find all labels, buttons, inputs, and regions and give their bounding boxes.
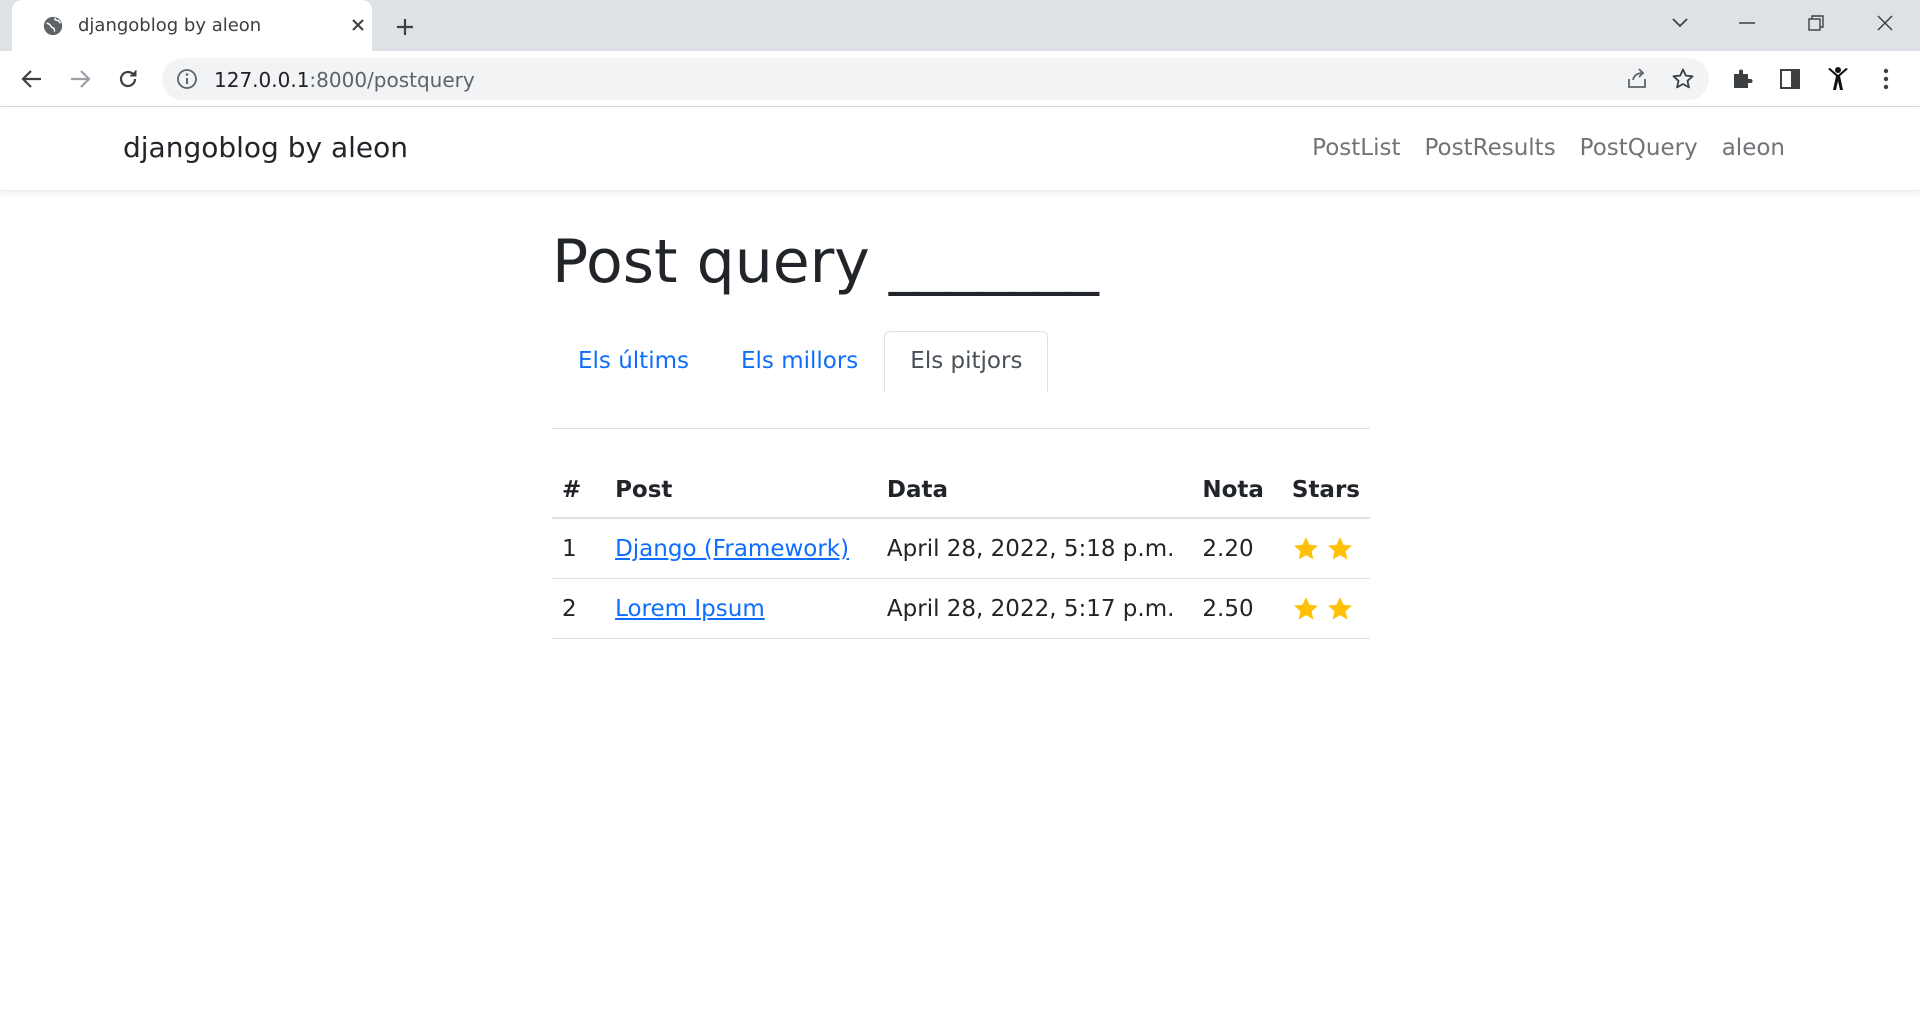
star-icon — [1293, 537, 1318, 560]
row-date: April 28, 2022, 5:17 p.m. — [876, 578, 1193, 639]
column-header-stars: Stars — [1281, 469, 1370, 519]
tab-worst[interactable]: Els pitjors — [884, 331, 1049, 393]
tab-latest[interactable]: Els últims — [552, 331, 715, 393]
star-icon — [1293, 597, 1318, 620]
site-navbar: djangoblog by aleon PostList PostResults… — [0, 107, 1920, 191]
tab-search-chevron-icon[interactable] — [1660, 8, 1700, 38]
star-icon — [1327, 537, 1352, 560]
column-header-post: Post — [605, 469, 877, 519]
url-host: 127.0.0.1 — [214, 68, 310, 92]
column-header-number: # — [552, 469, 606, 519]
table-row: 2 Lorem Ipsum April 28, 2022, 5:17 p.m. … — [552, 578, 1370, 639]
post-link[interactable]: Lorem Ipsum — [615, 596, 765, 622]
page-title: Post query _______ — [552, 227, 1099, 297]
globe-icon — [43, 16, 63, 36]
extensions-puzzle-icon[interactable] — [1728, 65, 1756, 93]
tabs-divider — [552, 428, 1370, 429]
forward-arrow-icon[interactable] — [64, 63, 96, 95]
browser-tabstrip: djangoblog by aleon — [0, 0, 1920, 51]
main-content: Post query _______ Els últims Els millor… — [552, 191, 1370, 639]
url-path: :8000/postquery — [309, 68, 475, 92]
star-icon — [1327, 597, 1352, 620]
row-date: April 28, 2022, 5:18 p.m. — [876, 518, 1193, 579]
row-nota: 2.20 — [1192, 518, 1282, 579]
address-bar[interactable]: 127.0.0.1:8000/postquery — [162, 58, 1709, 100]
browser-toolbar: 127.0.0.1:8000/postquery — [0, 51, 1920, 107]
nav-link-postresults[interactable]: PostResults — [1425, 135, 1556, 161]
share-icon[interactable] — [1625, 67, 1649, 91]
nav-links: PostList PostResults PostQuery aleon — [1312, 135, 1785, 161]
back-arrow-icon[interactable] — [16, 63, 48, 95]
table-row: 1 Django (Framework) April 28, 2022, 5:1… — [552, 518, 1370, 579]
table-header-row: # Post Data Nota Stars — [552, 469, 1370, 519]
post-link[interactable]: Django (Framework) — [615, 536, 849, 562]
row-number: 2 — [552, 578, 606, 639]
side-panel-icon[interactable] — [1776, 65, 1804, 93]
nav-link-postquery[interactable]: PostQuery — [1580, 135, 1698, 161]
close-tab-icon[interactable] — [346, 13, 370, 37]
query-tabs: Els últims Els millors Els pitjors — [552, 331, 1370, 393]
reload-icon[interactable] — [112, 63, 144, 95]
browser-tab[interactable]: djangoblog by aleon — [12, 0, 372, 51]
tab-title: djangoblog by aleon — [78, 15, 262, 36]
tab-best[interactable]: Els millors — [715, 331, 884, 393]
row-nota: 2.50 — [1192, 578, 1282, 639]
more-menu-icon[interactable] — [1872, 65, 1900, 93]
profile-avatar-icon[interactable] — [1824, 65, 1852, 93]
nav-link-user[interactable]: aleon — [1722, 135, 1785, 161]
stars-rating — [1292, 595, 1354, 623]
info-icon[interactable] — [176, 68, 198, 90]
stars-rating — [1292, 535, 1354, 563]
row-number: 1 — [552, 518, 606, 579]
new-tab-icon[interactable] — [390, 12, 420, 42]
restore-icon[interactable] — [1796, 8, 1836, 38]
nav-link-postlist[interactable]: PostList — [1312, 135, 1400, 161]
close-window-icon[interactable] — [1865, 8, 1905, 38]
posts-table: # Post Data Nota Stars 1 Django (Framewo… — [552, 469, 1370, 639]
site-brand[interactable]: djangoblog by aleon — [123, 131, 408, 164]
minimize-icon[interactable] — [1727, 8, 1767, 38]
url-text[interactable]: 127.0.0.1:8000/postquery — [214, 68, 475, 92]
column-header-date: Data — [876, 469, 1193, 519]
bookmark-star-icon[interactable] — [1671, 67, 1695, 91]
column-header-nota: Nota — [1192, 469, 1282, 519]
